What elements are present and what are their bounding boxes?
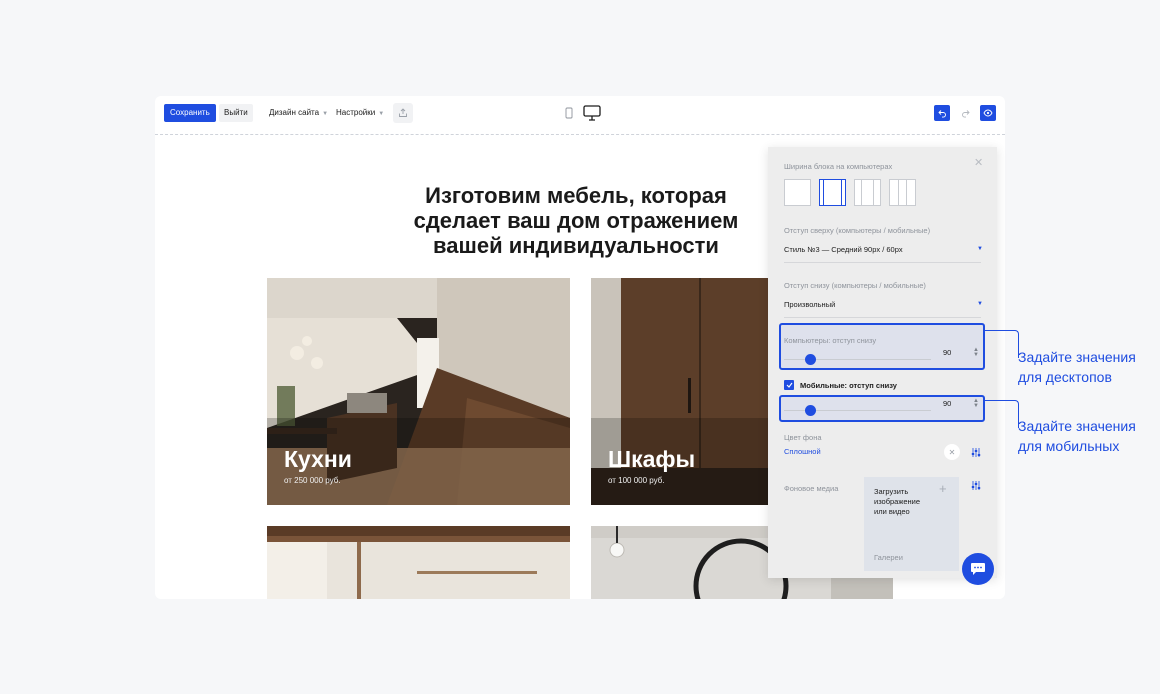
upload-line: Загрузить <box>874 487 909 496</box>
gallery-link[interactable]: Галереи <box>874 553 903 562</box>
adjust-icon[interactable] <box>971 445 981 463</box>
undo-button[interactable] <box>934 105 950 121</box>
block-width-label: Ширина блока на компьютерах <box>784 162 893 171</box>
divider <box>784 317 981 318</box>
interior-photo <box>267 526 570 599</box>
divider <box>784 262 981 263</box>
top-padding-select[interactable]: Стиль №3 — Средний 90px / 60px <box>784 245 903 254</box>
bottom-padding-label: Отступ снизу (компьютеры / мобильные) <box>784 281 926 290</box>
redo-button[interactable] <box>955 103 975 123</box>
desktop-bottom-padding-label: Компьютеры: отступ снизу <box>784 336 877 345</box>
mobile-bottom-padding-label: Мобильные: отступ снизу <box>800 381 897 390</box>
bg-color-label: Цвет фона <box>784 433 822 442</box>
undo-icon <box>937 109 946 118</box>
desktop-bottom-padding-input[interactable]: 90 <box>943 348 951 357</box>
media-upload-area[interactable]: Загрузить изображение или видео + Галере… <box>864 477 959 571</box>
toolbar-divider <box>155 134 1005 135</box>
tile-price: от 100 000 руб. <box>608 476 665 485</box>
publish-button[interactable] <box>393 103 413 123</box>
callout-line: Задайте значения <box>1018 418 1136 434</box>
bottom-padding-select[interactable]: Произвольный <box>784 300 835 309</box>
check-icon <box>786 382 792 388</box>
heading-line: Изготовим мебель, которая <box>425 183 727 208</box>
mobile-bottom-padding-input[interactable]: 90 <box>943 399 951 408</box>
stepper-icon[interactable]: ▲ ▼ <box>973 398 979 409</box>
chevron-down-icon: ▼ <box>977 246 983 252</box>
chat-button[interactable] <box>962 553 994 585</box>
share-icon <box>399 108 407 117</box>
tile-price: от 250 000 руб. <box>284 476 341 485</box>
callout-line: для мобильных <box>1018 438 1120 454</box>
exit-button[interactable]: Выйти <box>219 104 253 122</box>
clear-color-button[interactable]: ✕ <box>944 444 960 460</box>
close-icon[interactable]: ✕ <box>974 156 983 169</box>
callout-mobile: Задайте значения для мобильных <box>1018 416 1136 456</box>
desktop-view-button[interactable] <box>582 103 602 123</box>
upload-text: Загрузить изображение или видео <box>874 487 920 517</box>
upload-line: изображение <box>874 497 921 506</box>
page-heading[interactable]: Изготовим мебель, которая сделает ваш до… <box>376 183 776 258</box>
callout-desktop: Задайте значения для десктопов <box>1018 347 1136 387</box>
bg-color-type-link[interactable]: Сплошной <box>784 447 821 456</box>
callout-line: для десктопов <box>1018 369 1112 385</box>
tile-title: Кухни <box>284 446 352 472</box>
editor-toolbar: Сохранить Выйти Дизайн сайта ▼ Настройки ▼ <box>155 96 1005 135</box>
chat-icon <box>971 563 985 575</box>
adjust-icon[interactable] <box>971 478 981 496</box>
mobile-bottom-slider-handle[interactable] <box>805 405 816 416</box>
settings-menu[interactable]: Настройки ▼ <box>336 104 384 122</box>
upload-line: или видео <box>874 507 910 516</box>
bg-media-label: Фоновое медиа <box>784 484 839 493</box>
block-settings-panel: ✕ Ширина блока на компьютерах Отступ све… <box>768 147 997 578</box>
callout-bracket <box>985 330 1019 358</box>
width-option-medium[interactable] <box>854 179 881 206</box>
design-menu-label: Дизайн сайта <box>269 108 320 117</box>
chevron-down-icon: ▼ <box>378 111 385 117</box>
stepper-icon[interactable]: ▲ ▼ <box>973 347 979 358</box>
product-tile-kitchens[interactable]: Кухни от 250 000 руб. <box>267 278 570 505</box>
settings-menu-label: Настройки <box>336 108 376 117</box>
width-option-wide[interactable] <box>819 179 846 206</box>
save-button[interactable]: Сохранить <box>164 104 216 122</box>
design-menu[interactable]: Дизайн сайта ▼ <box>269 104 328 122</box>
phone-icon <box>565 107 573 119</box>
heading-line: сделает ваш дом отражением <box>413 208 739 233</box>
callout-bracket <box>985 400 1019 428</box>
desktop-bottom-slider-handle[interactable] <box>805 354 816 365</box>
callout-line: Задайте значения <box>1018 349 1136 365</box>
product-tile[interactable] <box>267 526 570 599</box>
mobile-view-button[interactable] <box>559 103 579 123</box>
chevron-down-icon: ▼ <box>977 301 983 307</box>
heading-line: вашей индивидуальности <box>433 233 719 258</box>
monitor-icon <box>583 105 601 121</box>
redo-icon <box>961 109 970 118</box>
width-option-full[interactable] <box>784 179 811 206</box>
tile-title: Шкафы <box>608 446 696 472</box>
mobile-bottom-padding-checkbox[interactable] <box>784 380 794 390</box>
eye-icon <box>983 109 993 117</box>
top-padding-label: Отступ сверху (компьютеры / мобильные) <box>784 226 931 235</box>
preview-button[interactable] <box>980 105 996 121</box>
width-option-narrow[interactable] <box>889 179 916 206</box>
chevron-down-icon: ▼ <box>322 111 329 117</box>
plus-icon: + <box>939 481 947 496</box>
